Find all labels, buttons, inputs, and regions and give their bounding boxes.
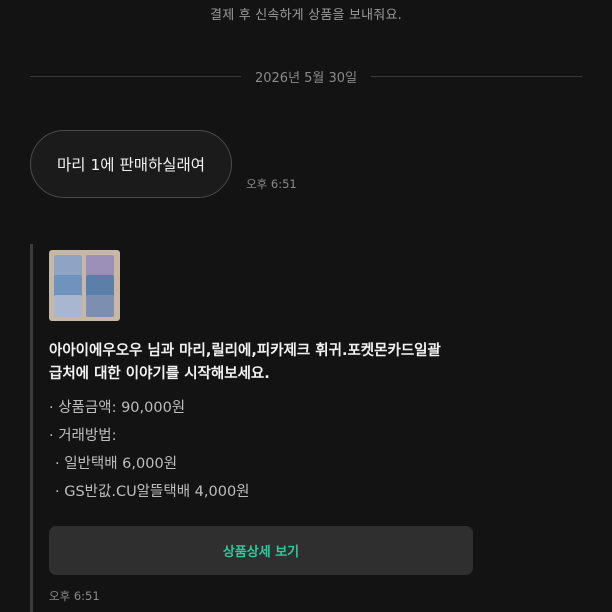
pokemon-card-image <box>86 295 114 317</box>
divider-line-left <box>30 75 241 77</box>
divider-line-right <box>371 75 583 77</box>
title-line: 급처에 대한 이야기를 시작해보세요. <box>49 366 270 382</box>
date-divider: 2026년 5월 30일 <box>30 66 583 86</box>
trade-method-item: · GS반값.CU알뜰택배 4,000원 <box>55 484 250 500</box>
title-line: 아아이에우오우 님과 마리,릴리에,피카제크 휘귀.포켓몬카드일괄 <box>49 343 441 359</box>
pokemon-card-image <box>86 255 114 277</box>
pokemon-card-image <box>86 275 114 297</box>
product-detail-button[interactable]: 상품상세 보기 <box>49 526 473 575</box>
date-label: 2026년 5월 30일 <box>254 70 358 86</box>
message-row: 마리 1에 판매하실래여 오후 6:51 <box>30 130 297 198</box>
trade-method-item: · 일반택배 6,000원 <box>55 456 178 472</box>
pokemon-card-image <box>54 255 82 277</box>
product-thumbnail[interactable] <box>49 250 120 321</box>
product-price: · 상품금액: 90,000원 <box>49 400 186 416</box>
product-card-title: 아아이에우오우 님과 마리,릴리에,피카제크 휘귀.포켓몬카드일괄 급처에 대한… <box>49 340 479 386</box>
message-time: 오후 6:51 <box>246 177 297 191</box>
product-card: 아아이에우오우 님과 마리,릴리에,피카제크 휘귀.포켓몬카드일괄 급처에 대한… <box>30 244 493 612</box>
chat-screen: 결제 후 신속하게 상품을 보내줘요. 2026년 5월 30일 마리 1에 판… <box>0 0 612 612</box>
pokemon-card-image <box>54 275 82 297</box>
card-time: 오후 6:51 <box>49 589 100 603</box>
shipping-notice: 결제 후 신속하게 상품을 보내줘요. <box>210 8 402 23</box>
trade-method-label: · 거래방법: <box>49 428 117 444</box>
message-bubble[interactable]: 마리 1에 판매하실래여 <box>30 130 233 198</box>
pokemon-card-image <box>54 295 82 317</box>
